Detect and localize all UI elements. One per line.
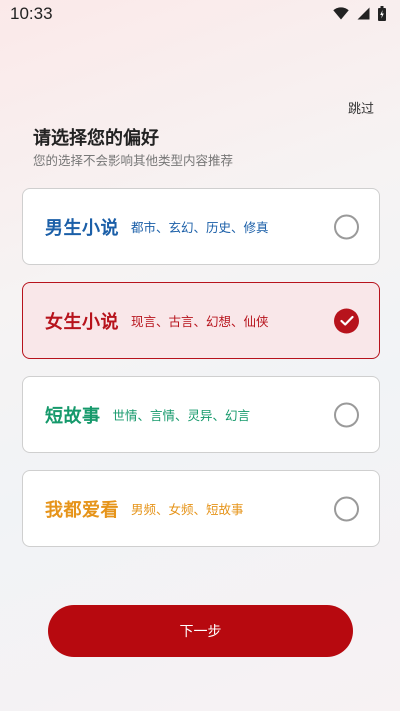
radio-unchecked-icon[interactable] — [334, 214, 359, 239]
radio-unchecked-icon[interactable] — [334, 402, 359, 427]
option-card-short-story[interactable]: 短故事 世情、言情、灵异、幻言 — [22, 376, 380, 453]
option-name: 短故事 — [45, 405, 101, 427]
option-tags: 男频、女频、短故事 — [131, 502, 244, 517]
page-title: 请选择您的偏好 — [33, 128, 159, 149]
option-card-male[interactable]: 男生小说 都市、玄幻、历史、修真 — [22, 188, 380, 265]
option-name: 我都爱看 — [45, 499, 119, 521]
checkmark-icon — [339, 315, 354, 326]
page-subtitle: 您的选择不会影响其他类型内容推荐 — [33, 153, 234, 168]
option-tags: 都市、玄幻、历史、修真 — [131, 220, 269, 235]
status-icons — [333, 6, 386, 21]
status-bar: 10:33 — [0, 0, 400, 28]
battery-icon — [378, 6, 386, 21]
signal-icon — [357, 7, 370, 20]
status-time: 10:33 — [10, 4, 53, 23]
wifi-icon — [333, 7, 349, 20]
option-card-female[interactable]: 女生小说 现言、古言、幻想、仙侠 — [22, 282, 380, 359]
radio-unchecked-icon[interactable] — [334, 496, 359, 521]
radio-checked-icon[interactable] — [334, 308, 359, 333]
option-tags: 世情、言情、灵异、幻言 — [112, 408, 251, 423]
option-tags: 现言、古言、幻想、仙侠 — [131, 314, 269, 329]
option-name: 女生小说 — [45, 311, 119, 333]
option-card-all[interactable]: 我都爱看 男频、女频、短故事 — [22, 470, 380, 547]
next-button[interactable]: 下一步 — [48, 605, 353, 657]
option-name: 男生小说 — [45, 217, 119, 239]
skip-button[interactable]: 跳过 — [348, 98, 374, 117]
